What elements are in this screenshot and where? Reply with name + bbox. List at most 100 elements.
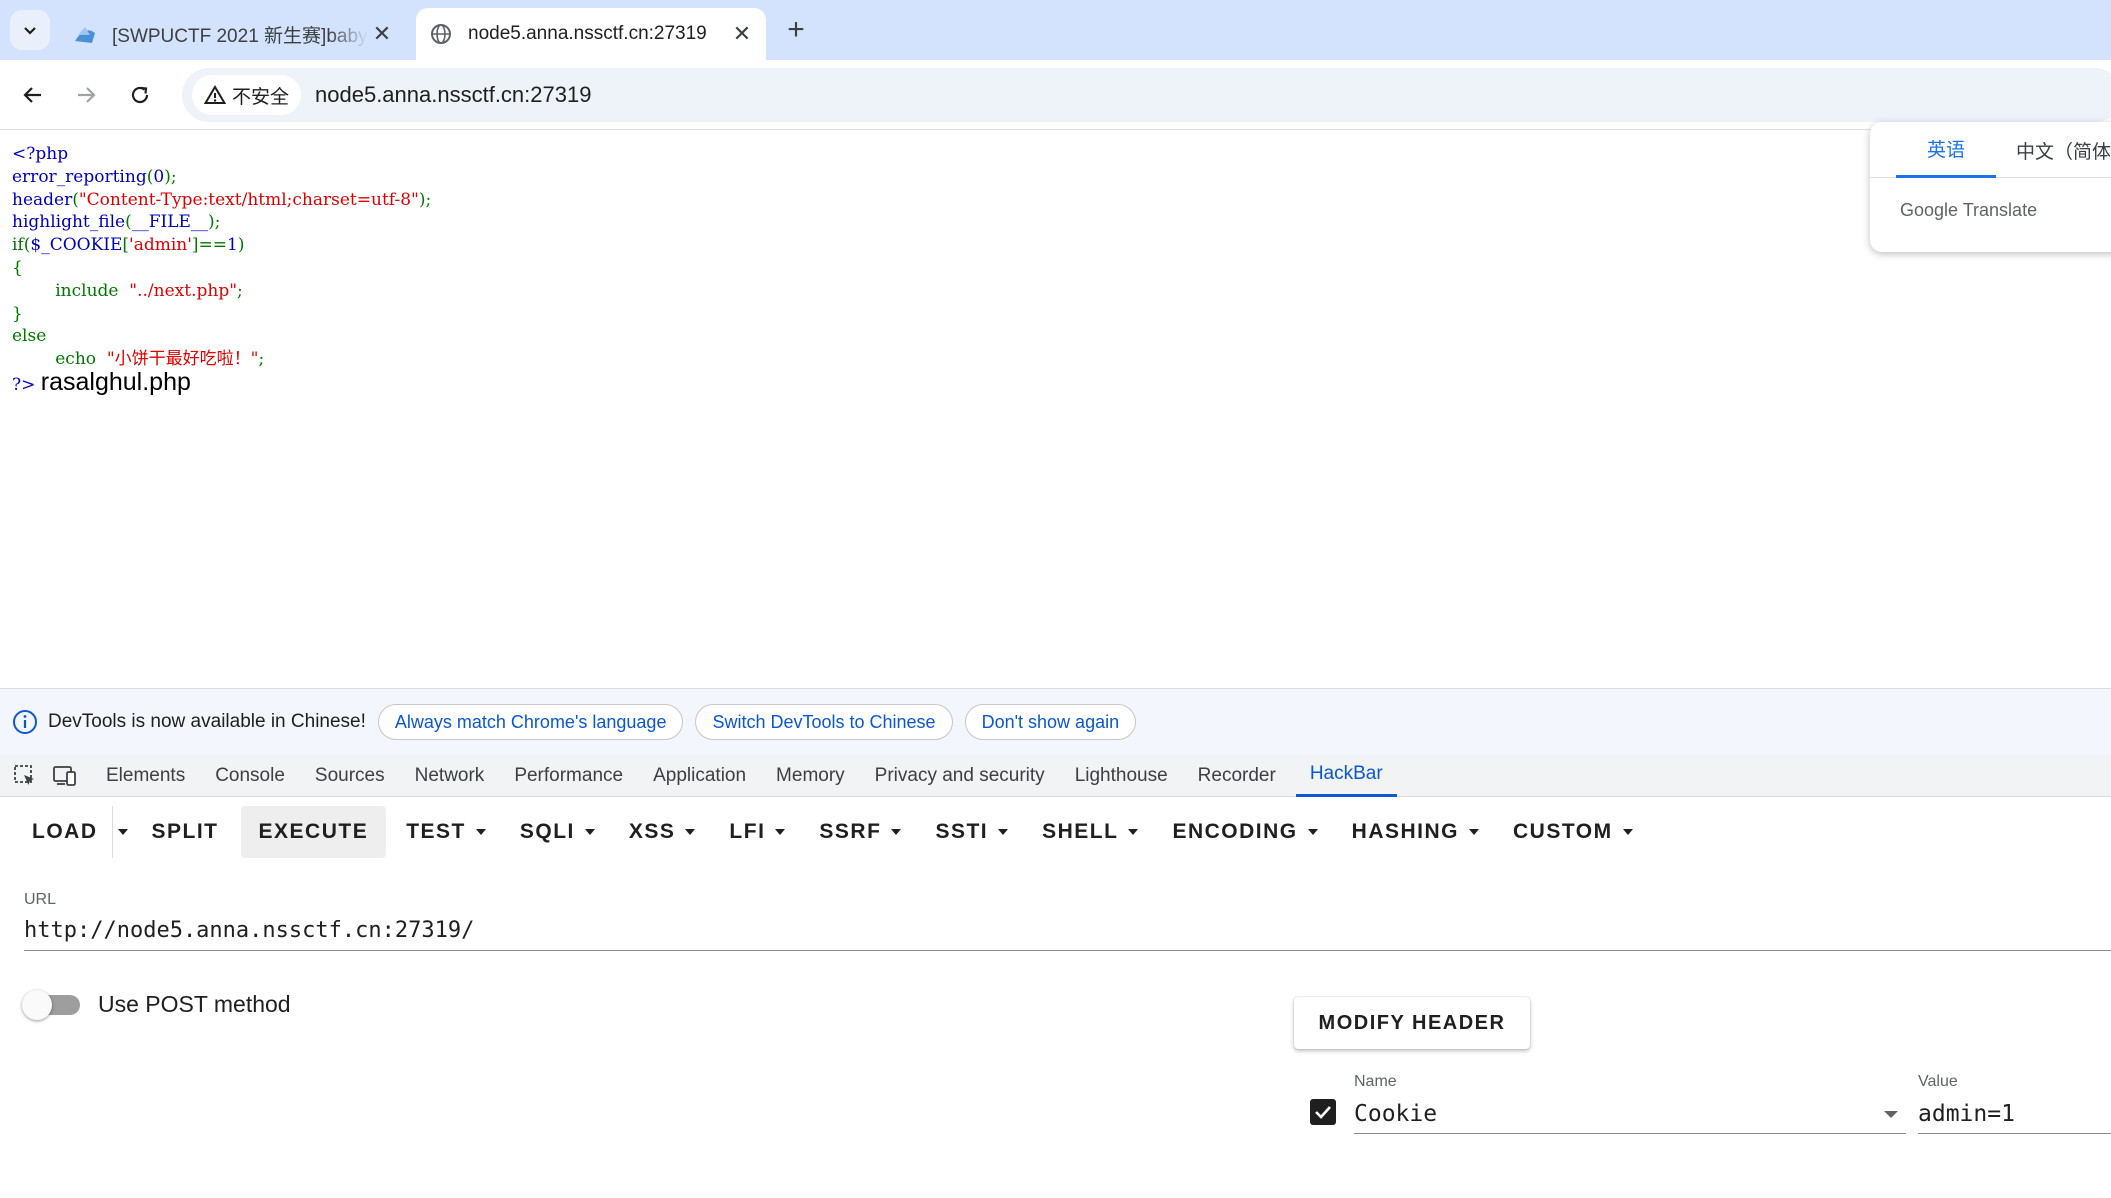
page-output-text: rasalghul.php [40, 367, 191, 396]
devtools-language-infobar: DevTools is now available in Chinese! Al… [0, 689, 2111, 755]
modify-header-button[interactable]: MODIFY HEADER [1294, 997, 1530, 1049]
chevron-down-icon [24, 27, 36, 35]
tab-performance[interactable]: Performance [514, 755, 623, 797]
browser-toolbar: 不安全 node5.anna.nssctf.cn:27319 [0, 60, 2111, 130]
dont-show-again-button[interactable]: Don't show again [964, 704, 1137, 740]
menu-label: TEST [406, 820, 466, 843]
toggle-knob [22, 990, 52, 1020]
browser-tab-active[interactable]: node5.anna.nssctf.cn:27319 ✕ [416, 8, 766, 60]
url-field-label: URL [24, 891, 57, 908]
dropdown-arrow-icon [1884, 1111, 1898, 1118]
browser-tab-nssctf[interactable]: [SWPUCTF 2021 新生赛]babyun ✕ [66, 8, 406, 60]
caret-down-icon [685, 829, 696, 835]
devtools-panel: DevTools is now available in Chinese! Al… [0, 688, 2111, 1198]
translate-language-tabs: 英语 中文（简体） [1870, 122, 2111, 178]
menu-label: SQLI [519, 820, 575, 843]
test-menu[interactable]: TEST [392, 806, 500, 858]
google-translate-brand: Google Translate [1900, 200, 2038, 220]
reload-button[interactable] [118, 73, 162, 117]
caret-down-icon [891, 829, 902, 835]
xss-menu[interactable]: XSS [615, 806, 710, 858]
tab-title: [SWPUCTF 2021 新生赛]babyun [112, 25, 368, 47]
post-method-toggle[interactable] [22, 989, 82, 1020]
code-token: error_reporting [12, 166, 147, 187]
encoding-menu[interactable]: ENCODING [1158, 806, 1331, 858]
code-token: ?> [12, 374, 36, 395]
tab-privacy-security[interactable]: Privacy and security [875, 755, 1045, 797]
code-token: "../next.php" [129, 280, 238, 301]
code-token: "小饼干最好吃啦！" [106, 349, 259, 370]
tab-memory[interactable]: Memory [776, 755, 845, 797]
tab-elements[interactable]: Elements [106, 755, 185, 797]
tab-console[interactable]: Console [215, 755, 285, 797]
switch-devtools-chinese-button[interactable]: Switch DevTools to Chinese [695, 704, 953, 740]
tab-search-button[interactable] [10, 10, 50, 50]
header-name-label: Name [1354, 1073, 1397, 1090]
inspect-element-icon[interactable] [12, 763, 38, 789]
execute-button[interactable]: EXECUTE [240, 806, 387, 858]
code-token: __FILE__ [131, 212, 208, 233]
device-toolbar-icon[interactable] [52, 763, 78, 789]
ssrf-menu[interactable]: SSRF [805, 806, 915, 858]
tab-network[interactable]: Network [415, 755, 485, 797]
code-token: <?php [12, 144, 69, 164]
menu-label: SHELL [1042, 820, 1119, 843]
arrow-right-icon [78, 87, 96, 103]
split-button[interactable]: SPLIT [138, 806, 233, 858]
url-input[interactable]: http://node5.anna.nssctf.cn:27319/ [24, 911, 2111, 951]
tab-application[interactable]: Application [653, 755, 746, 797]
close-tab-icon[interactable]: ✕ [368, 20, 396, 48]
translate-tab-target[interactable]: 中文（简体） [2016, 122, 2111, 178]
tab-recorder[interactable]: Recorder [1198, 755, 1276, 797]
header-name-value: Cookie [1354, 1100, 1438, 1127]
shell-menu[interactable]: SHELL [1028, 806, 1152, 858]
php-source-code: <?php error_reporting(0); header("Conten… [12, 144, 432, 396]
arrow-left-icon [23, 87, 41, 103]
ssti-menu[interactable]: SSTI [921, 806, 1022, 858]
forward-button[interactable] [64, 73, 108, 117]
address-bar[interactable]: 不安全 node5.anna.nssctf.cn:27319 [182, 68, 2111, 122]
back-button[interactable] [11, 73, 55, 117]
menu-label: SSRF [819, 820, 882, 843]
code-token: 1 [227, 235, 238, 256]
caret-down-icon [584, 829, 595, 835]
load-options-dropdown[interactable] [111, 806, 134, 858]
custom-menu[interactable]: CUSTOM [1499, 806, 1647, 858]
caret-down-icon [775, 829, 786, 835]
tab-hackbar[interactable]: HackBar [1295, 755, 1397, 797]
header-name-select[interactable]: Cookie [1354, 1094, 1906, 1134]
plus-icon: + [787, 13, 805, 46]
code-token: 0 [153, 166, 165, 187]
always-match-language-button[interactable]: Always match Chrome's language [377, 704, 684, 740]
hashing-menu[interactable]: HASHING [1338, 806, 1493, 858]
info-icon [13, 710, 37, 734]
caret-down-icon [1622, 829, 1633, 835]
close-tab-icon[interactable]: ✕ [728, 20, 756, 48]
code-token: header [12, 189, 73, 210]
code-token: echo [55, 349, 96, 370]
caret-down-icon [1469, 829, 1479, 835]
warning-icon [204, 85, 226, 104]
header-enabled-checkbox[interactable] [1310, 1099, 1336, 1125]
menu-label: CUSTOM [1513, 820, 1613, 843]
code-token: } [12, 303, 23, 324]
google-translate-popup: 英语 中文（简体） Google Translate [1870, 122, 2111, 252]
sqli-menu[interactable]: SQLI [506, 806, 609, 858]
load-button[interactable]: LOAD [18, 806, 112, 858]
translate-tab-source[interactable]: 英语 [1896, 122, 1996, 178]
lfi-menu[interactable]: LFI [715, 806, 799, 858]
checkmark-icon [1315, 1106, 1331, 1119]
code-token: else [12, 326, 47, 347]
address-text[interactable]: node5.anna.nssctf.cn:27319 [315, 82, 591, 108]
code-token: if [12, 235, 24, 256]
site-security-chip[interactable]: 不安全 [192, 75, 302, 115]
tab-lighthouse[interactable]: Lighthouse [1075, 755, 1168, 797]
hackbar-menu: LOAD SPLIT EXECUTE TEST SQLI XSS LFI SSR… [0, 797, 2111, 867]
header-value-input[interactable]: admin=1 [1918, 1094, 2111, 1134]
new-tab-button[interactable]: + [778, 12, 814, 48]
nssctf-favicon-icon [72, 21, 98, 47]
tab-sources[interactable]: Sources [315, 755, 385, 797]
infobar-message: DevTools is now available in Chinese! [48, 711, 366, 732]
caret-down-icon [998, 829, 1009, 835]
caret-down-icon [1307, 829, 1318, 835]
